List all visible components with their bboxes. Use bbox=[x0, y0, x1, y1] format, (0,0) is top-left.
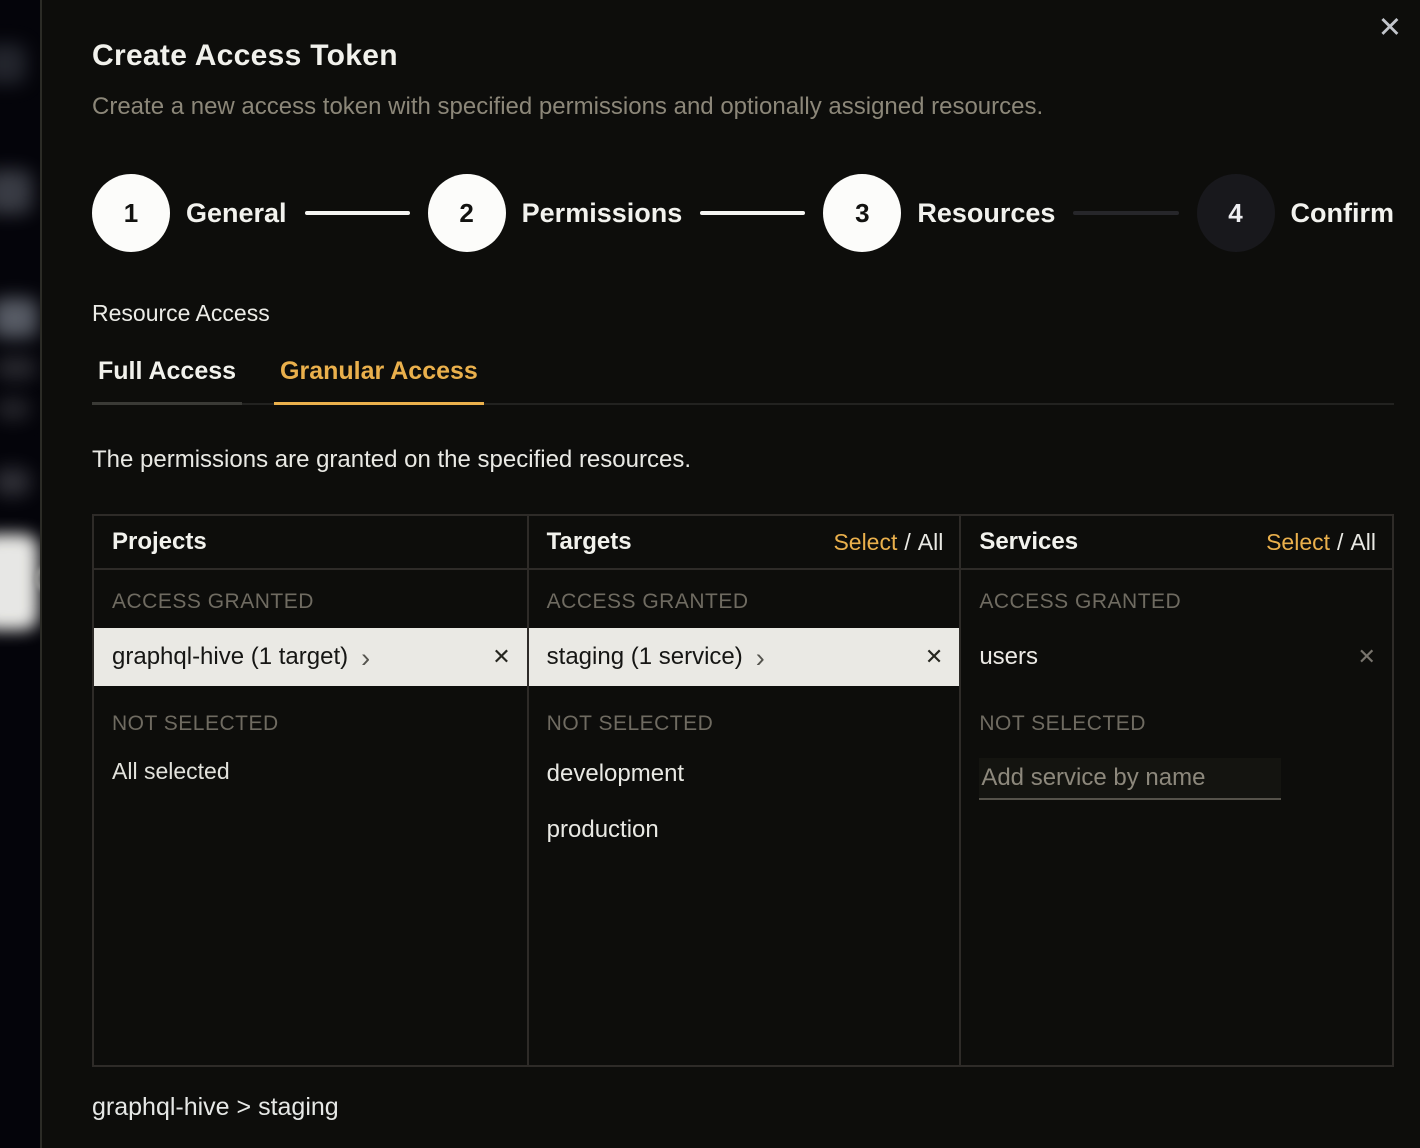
chevron-right-icon: › bbox=[756, 643, 765, 672]
step-resources[interactable]: 3 Resources bbox=[823, 174, 1055, 252]
remove-service-icon[interactable]: ✕ bbox=[1358, 646, 1376, 668]
targets-select-all-link[interactable]: All bbox=[918, 529, 944, 556]
backdrop-blob-bright bbox=[0, 534, 38, 630]
projects-not-selected-label: NOT SELECTED bbox=[94, 686, 527, 746]
step-connector bbox=[305, 211, 410, 215]
service-item-users[interactable]: users ✕ bbox=[961, 628, 1392, 686]
screen: ✕ Create Access Token Create a new acces… bbox=[0, 0, 1420, 1148]
services-title: Services bbox=[979, 528, 1078, 556]
step-1-circle: 1 bbox=[92, 174, 170, 252]
backdrop-blob bbox=[0, 398, 30, 420]
step-4-label: Confirm bbox=[1291, 198, 1395, 229]
services-select-link[interactable]: Select bbox=[1266, 529, 1330, 556]
services-access-granted-label: ACCESS GRANTED bbox=[961, 570, 1392, 624]
services-column: Services Select / All ACCESS GRANTED use… bbox=[959, 516, 1392, 1065]
step-confirm[interactable]: 4 Confirm bbox=[1197, 174, 1395, 252]
backdrop-blob bbox=[0, 356, 36, 380]
projects-column: Projects ACCESS GRANTED graphql-hive (1 … bbox=[94, 516, 527, 1065]
breadcrumb: graphql-hive > staging bbox=[92, 1093, 1392, 1122]
granular-access-description: The permissions are granted on the speci… bbox=[92, 445, 1392, 474]
projects-title: Projects bbox=[112, 528, 207, 556]
remove-target-icon[interactable]: ✕ bbox=[925, 646, 943, 668]
projects-column-header: Projects bbox=[94, 516, 527, 570]
targets-title: Targets bbox=[547, 528, 632, 556]
target-item-production[interactable]: production bbox=[529, 802, 960, 858]
project-item-graphql-hive[interactable]: graphql-hive (1 target) › ✕ bbox=[94, 628, 527, 686]
add-service-input[interactable] bbox=[979, 758, 1281, 800]
close-icon[interactable]: ✕ bbox=[1378, 14, 1402, 43]
step-connector bbox=[1073, 211, 1178, 215]
step-permissions[interactable]: 2 Permissions bbox=[428, 174, 683, 252]
project-item-text: graphql-hive (1 target) bbox=[112, 643, 348, 671]
backdrop-blob bbox=[0, 170, 32, 214]
dialog-subtitle: Create a new access token with specified… bbox=[92, 92, 1392, 122]
dialog-title: Create Access Token bbox=[92, 38, 1392, 74]
targets-column-header: Targets Select / All bbox=[529, 516, 960, 570]
targets-select-link[interactable]: Select bbox=[833, 529, 897, 556]
resource-selection-table: Projects ACCESS GRANTED graphql-hive (1 … bbox=[92, 514, 1394, 1067]
tab-full-access[interactable]: Full Access bbox=[92, 357, 242, 405]
services-select-actions: Select / All bbox=[1266, 529, 1376, 556]
services-not-selected-label: NOT SELECTED bbox=[961, 686, 1392, 746]
targets-access-granted-label: ACCESS GRANTED bbox=[529, 570, 960, 624]
remove-project-icon[interactable]: ✕ bbox=[492, 646, 510, 668]
chevron-right-icon: › bbox=[361, 643, 370, 672]
step-3-circle: 3 bbox=[823, 174, 901, 252]
backdrop-blob bbox=[0, 468, 30, 496]
step-2-label: Permissions bbox=[522, 198, 683, 229]
step-general[interactable]: 1 General bbox=[92, 174, 287, 252]
target-item-text: staging (1 service) bbox=[547, 643, 743, 671]
select-all-separator: / bbox=[904, 529, 910, 556]
target-item-development[interactable]: development bbox=[529, 746, 960, 802]
targets-select-actions: Select / All bbox=[833, 529, 943, 556]
step-2-circle: 2 bbox=[428, 174, 506, 252]
step-3-label: Resources bbox=[917, 198, 1055, 229]
backdrop-blob bbox=[0, 298, 38, 338]
resource-access-heading: Resource Access bbox=[92, 300, 1392, 327]
backdrop-blob bbox=[0, 44, 26, 84]
projects-access-granted-label: ACCESS GRANTED bbox=[94, 570, 527, 624]
step-connector bbox=[700, 211, 805, 215]
service-item-text: users bbox=[979, 643, 1038, 671]
projects-all-selected-note: All selected bbox=[94, 746, 527, 797]
step-4-circle: 4 bbox=[1197, 174, 1275, 252]
create-access-token-dialog: ✕ Create Access Token Create a new acces… bbox=[40, 0, 1420, 1148]
tab-granular-access[interactable]: Granular Access bbox=[274, 357, 484, 405]
target-item-staging[interactable]: staging (1 service) › ✕ bbox=[529, 628, 960, 686]
stepper: 1 General 2 Permissions 3 Resources 4 Co… bbox=[92, 174, 1394, 252]
step-1-label: General bbox=[186, 198, 287, 229]
services-select-all-link[interactable]: All bbox=[1350, 529, 1376, 556]
resource-access-tabs: Full Access Granular Access bbox=[92, 357, 1394, 405]
select-all-separator: / bbox=[1337, 529, 1343, 556]
targets-not-selected-label: NOT SELECTED bbox=[529, 686, 960, 746]
services-column-header: Services Select / All bbox=[961, 516, 1392, 570]
targets-column: Targets Select / All ACCESS GRANTED stag… bbox=[527, 516, 960, 1065]
